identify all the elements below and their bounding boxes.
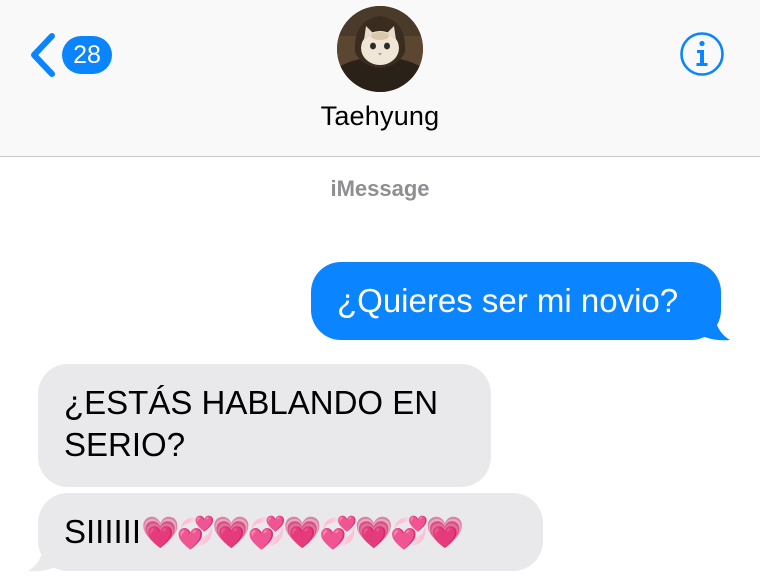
avatar[interactable]	[337, 6, 423, 92]
message-bubble-outgoing[interactable]: ¿Quieres ser mi novio?	[311, 262, 721, 340]
info-button[interactable]	[679, 31, 725, 77]
chevron-left-icon	[31, 33, 55, 77]
service-label: iMessage	[330, 176, 430, 201]
message-bubble-incoming[interactable]: SIIIIII💗💞💗💞💗💞💗💞💗	[38, 493, 543, 571]
message-bubble-incoming[interactable]: ¿ESTÁS HABLANDO EN SERIO?	[38, 364, 491, 487]
message-text: SIIIIII	[64, 513, 142, 550]
message-text: ¿ESTÁS HABLANDO EN SERIO?	[64, 384, 439, 463]
contact-name[interactable]: Taehyung	[0, 101, 760, 132]
info-icon	[680, 32, 724, 76]
back-button[interactable]: 28	[26, 32, 112, 78]
unread-count-badge: 28	[62, 36, 112, 74]
message-text: ¿Quieres ser mi novio?	[337, 282, 679, 319]
heart-emoji-row: 💗💞💗💞💗💞💗💞💗	[141, 515, 464, 551]
contact-photo	[337, 6, 423, 92]
conversation-header: 28 Taehyung	[0, 0, 760, 157]
